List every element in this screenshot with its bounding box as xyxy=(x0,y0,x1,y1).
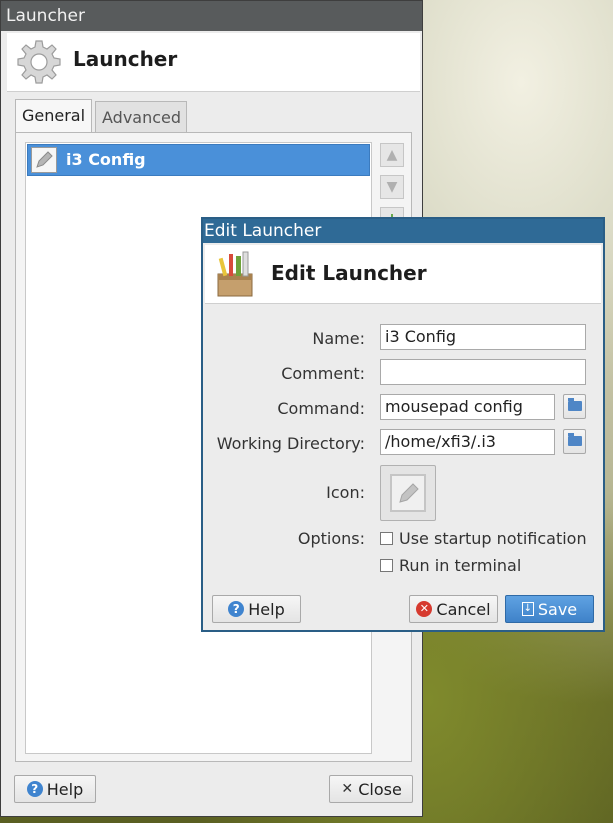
command-field[interactable]: mousepad config xyxy=(380,394,555,420)
folder-icon xyxy=(568,398,582,411)
edit-launcher-window-title: Edit Launcher xyxy=(204,221,322,241)
move-down-button[interactable]: ▼ xyxy=(380,175,404,199)
command-label: Command: xyxy=(277,399,365,418)
launcher-header: Launcher xyxy=(7,33,420,92)
startup-notification-label: Use startup notification xyxy=(399,529,587,548)
help-icon: ? xyxy=(228,601,245,617)
save-button-label: Save xyxy=(537,599,578,619)
command-browse-button[interactable] xyxy=(563,394,586,419)
help-button-label: Help xyxy=(46,779,84,799)
move-down-icon: ▼ xyxy=(386,179,398,195)
edit-launcher-header-title: Edit Launcher xyxy=(271,261,427,285)
close-button-label: Close xyxy=(358,779,402,799)
tab-general-label: General xyxy=(22,106,86,125)
working-directory-label: Working Directory: xyxy=(216,434,365,453)
text-editor-icon xyxy=(390,474,426,512)
close-button[interactable]: ✕ Close xyxy=(329,775,413,803)
comment-label: Comment: xyxy=(281,364,365,383)
move-up-button[interactable]: ▲ xyxy=(380,143,404,167)
move-up-icon: ▲ xyxy=(386,147,398,163)
startup-notification-option[interactable]: Use startup notification xyxy=(380,529,587,548)
tab-general[interactable]: General xyxy=(15,99,92,133)
cancel-icon: ✕ xyxy=(416,601,433,617)
list-item[interactable]: i3 Config xyxy=(27,144,370,176)
save-button[interactable]: ↓ Save xyxy=(505,595,594,623)
tab-advanced-label: Advanced xyxy=(102,108,182,127)
cancel-button-label: Cancel xyxy=(436,599,491,619)
run-in-terminal-label: Run in terminal xyxy=(399,556,522,575)
list-item-label: i3 Config xyxy=(66,150,146,169)
cancel-button[interactable]: ✕ Cancel xyxy=(409,595,498,623)
dialog-help-label: Help xyxy=(248,599,285,619)
icon-picker-button[interactable] xyxy=(380,465,436,521)
edit-launcher-header: Edit Launcher xyxy=(205,245,601,304)
gear-icon xyxy=(17,40,61,84)
dialog-help-button[interactable]: ? Help xyxy=(212,595,301,623)
folder-icon xyxy=(568,433,582,446)
working-directory-browse-button[interactable] xyxy=(563,429,586,454)
working-directory-field[interactable]: /home/xfi3/.i3 xyxy=(380,429,555,455)
tab-advanced[interactable]: Advanced xyxy=(95,101,187,133)
close-icon: ✕ xyxy=(341,781,354,797)
name-label: Name: xyxy=(312,329,365,348)
launcher-window-title: Launcher xyxy=(6,6,86,26)
comment-field[interactable] xyxy=(380,359,586,385)
help-button[interactable]: ? Help xyxy=(14,775,96,803)
icon-label: Icon: xyxy=(326,483,365,502)
run-in-terminal-checkbox[interactable] xyxy=(380,559,393,572)
save-icon: ↓ xyxy=(521,602,534,616)
toolbox-icon xyxy=(217,251,253,297)
edit-launcher-titlebar[interactable]: Edit Launcher xyxy=(203,219,603,243)
help-icon: ? xyxy=(26,781,43,797)
options-label: Options: xyxy=(297,529,365,548)
launcher-titlebar[interactable]: Launcher xyxy=(1,1,422,31)
edit-launcher-dialog: Edit Launcher Edit Launcher Name: i3 Con… xyxy=(201,217,605,632)
text-editor-icon xyxy=(31,147,57,173)
startup-notification-checkbox[interactable] xyxy=(380,532,393,545)
run-in-terminal-option[interactable]: Run in terminal xyxy=(380,556,521,575)
launcher-header-title: Launcher xyxy=(73,47,178,71)
name-field[interactable]: i3 Config xyxy=(380,324,586,350)
